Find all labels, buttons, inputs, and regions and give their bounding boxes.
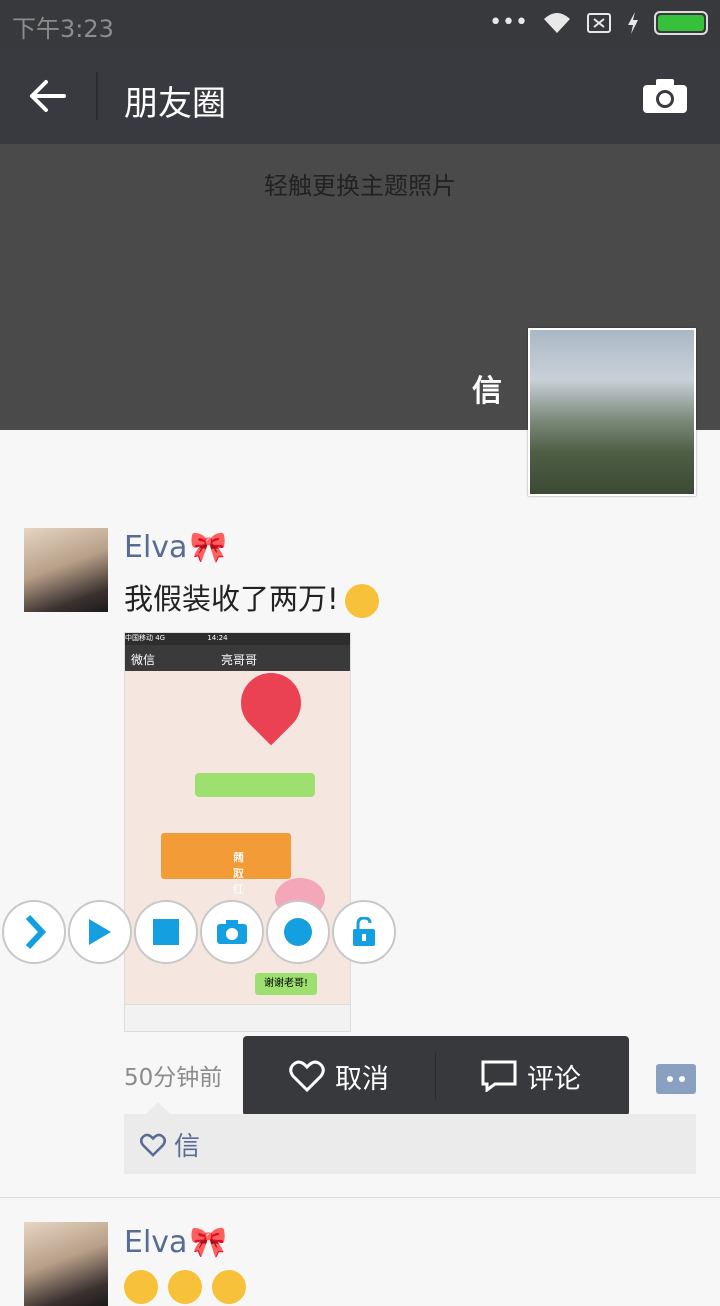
post-time: 50分钟前: [124, 1065, 223, 1091]
status-time: 下午3:23: [12, 15, 114, 43]
lock-button[interactable]: [332, 900, 396, 964]
comment-button[interactable]: 评论: [481, 1036, 581, 1116]
comment-label: 评论: [527, 1063, 581, 1095]
screenshot-red-packet: 两万领取红包: [161, 833, 291, 912]
screenshot-header: 微信 亮哥哥: [125, 645, 350, 671]
post-emoji-row: [124, 1270, 246, 1304]
nav-divider: [96, 72, 98, 120]
unlock-icon: [353, 917, 375, 946]
post-divider: [0, 1197, 720, 1198]
more-dots-icon: •••: [489, 10, 528, 35]
crying-laughing-emoji-icon: [344, 584, 379, 618]
action-divider: [435, 1052, 436, 1100]
screenshot-bubble: [195, 773, 315, 797]
status-bar: 下午3:23 •••: [0, 0, 720, 48]
emoji-icon: [168, 1270, 202, 1304]
wifi-icon: [544, 12, 570, 33]
chevron-right-icon: [25, 914, 46, 950]
stop-icon: [153, 919, 179, 945]
heart-sticker-icon: [228, 660, 314, 746]
post-image[interactable]: 中国移动 4G 14:24 微信亮哥哥 两万领取红包 谢谢老哥!: [124, 632, 351, 1032]
owner-avatar[interactable]: [528, 328, 696, 496]
cover-hint: 轻触更换主题照片: [264, 172, 456, 200]
screenshot-thanks-bubble: 谢谢老哥!: [255, 973, 317, 995]
owner-name: 信: [472, 374, 502, 409]
likes-box: 信: [124, 1102, 696, 1174]
page-title: 朋友圈: [124, 84, 226, 124]
screenshot-statusbar: 中国移动 4G 14:24: [125, 633, 350, 645]
post-author[interactable]: Elva🎀: [124, 530, 227, 565]
heart-outline-icon: [140, 1133, 166, 1157]
charging-icon: [628, 11, 638, 34]
camera-icon: [217, 920, 247, 944]
like-label: 取消: [335, 1063, 389, 1095]
post-avatar[interactable]: [24, 1222, 108, 1306]
comment-icon: [481, 1060, 517, 1092]
screenshot-button[interactable]: [200, 900, 264, 964]
comment-dots-icon: [650, 1072, 685, 1086]
bow-emoji-icon: 🎀: [189, 1225, 227, 1260]
more-actions-button[interactable]: [650, 1064, 696, 1094]
back-arrow-icon[interactable]: [28, 78, 68, 114]
record-button[interactable]: [266, 900, 330, 964]
collapse-toolbar-button[interactable]: [2, 900, 66, 964]
liker-name[interactable]: 信: [174, 1126, 200, 1163]
floating-toolbar: [0, 900, 396, 968]
status-icons: •••: [489, 10, 708, 35]
likes-list: 信: [140, 1126, 200, 1163]
like-button[interactable]: 取消: [289, 1036, 389, 1116]
play-icon: [89, 919, 111, 945]
record-icon: [284, 918, 312, 946]
emoji-icon: [124, 1270, 158, 1304]
camera-icon[interactable]: [642, 78, 688, 114]
screenshot-input-bar: [125, 1004, 350, 1031]
no-sim-icon: [587, 12, 611, 33]
action-popup: 取消 评论: [243, 1036, 629, 1116]
post-text: 我假装收了两万!: [124, 576, 379, 618]
post-avatar[interactable]: [24, 528, 108, 612]
nav-bar: 朋友圈: [0, 48, 720, 144]
emoji-icon: [212, 1270, 246, 1304]
stop-button[interactable]: [134, 900, 198, 964]
play-button[interactable]: [68, 900, 132, 964]
post-author[interactable]: Elva🎀: [124, 1225, 227, 1260]
battery-icon: [654, 10, 708, 35]
heart-icon: [289, 1060, 325, 1092]
bow-emoji-icon: 🎀: [189, 530, 227, 565]
